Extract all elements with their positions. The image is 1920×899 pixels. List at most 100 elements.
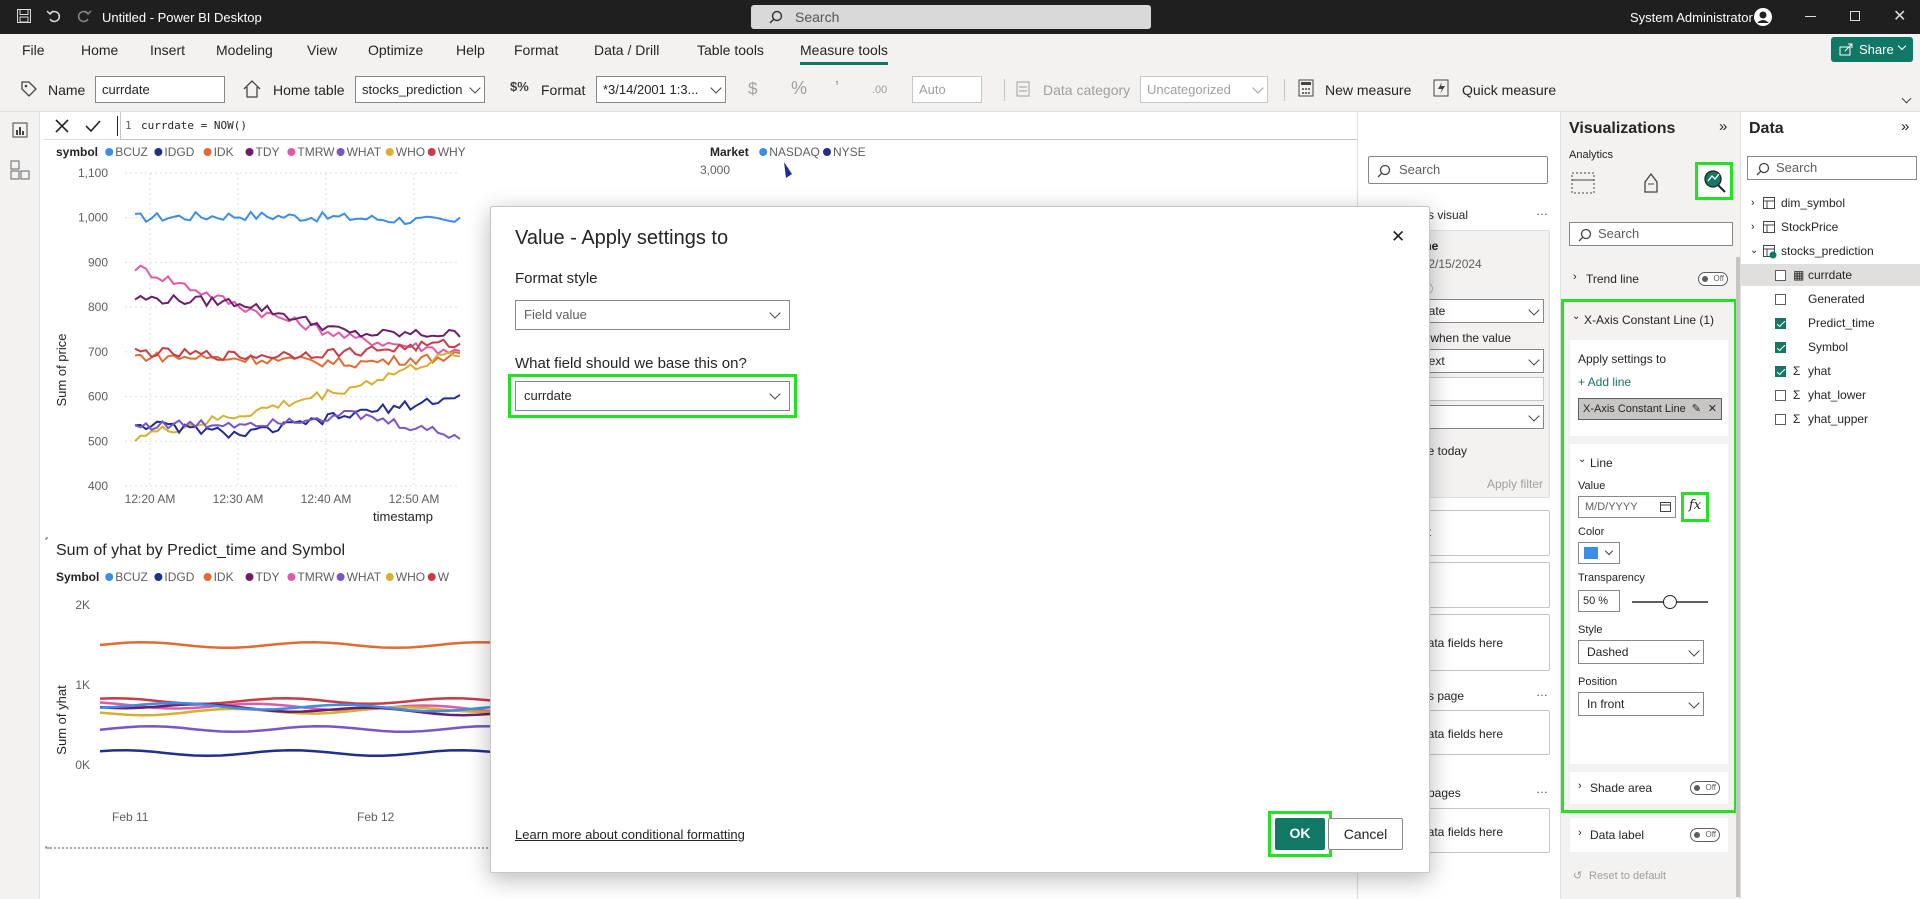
field-symbol[interactable]: Symbol [1741, 336, 1920, 358]
menu-home[interactable]: Home [81, 42, 118, 58]
reset-icon[interactable]: ↺ [1573, 869, 1582, 882]
filter-type-select[interactable]: date [1417, 299, 1544, 323]
filter-period-select[interactable]: next [1417, 349, 1544, 373]
menu-help[interactable]: Help [456, 42, 485, 58]
analytics-icon[interactable] [1695, 162, 1733, 200]
save-icon[interactable] [16, 8, 32, 24]
slider-thumb[interactable] [1663, 595, 1677, 609]
field-checkbox[interactable] [1775, 390, 1786, 401]
data-label-toggle[interactable]: Off [1690, 828, 1720, 842]
field-checkbox[interactable] [1775, 318, 1786, 329]
shade-area-toggle[interactable]: Off [1690, 781, 1720, 795]
field-checkbox[interactable] [1775, 366, 1786, 377]
chevron-right-icon[interactable]: › [1573, 271, 1577, 283]
reset-to-default-button[interactable]: Reset to default [1589, 870, 1666, 882]
model-view-icon[interactable] [10, 160, 30, 180]
filter-count-input[interactable] [1417, 377, 1544, 401]
minimize-icon[interactable] [1805, 16, 1816, 17]
home-table-select[interactable]: stocks_prediction [355, 76, 485, 103]
currency-button[interactable]: $ [748, 79, 757, 99]
menu-table-tools[interactable]: Table tools [697, 42, 764, 58]
field-checkbox[interactable] [1775, 342, 1786, 353]
field-checkbox[interactable] [1775, 270, 1786, 281]
commit-formula-icon[interactable] [84, 118, 102, 134]
data-label-label[interactable]: Data label [1590, 828, 1644, 842]
build-visual-icon[interactable] [1571, 172, 1595, 194]
undo-icon[interactable] [46, 8, 62, 24]
formula-input[interactable]: 1 currdate = NOW() [120, 112, 1440, 140]
menu-optimize[interactable]: Optimize [368, 42, 423, 58]
field-currdate[interactable]: ▦ currdate [1741, 264, 1920, 286]
field-select[interactable]: currdate [515, 381, 790, 411]
color-picker[interactable] [1578, 542, 1620, 564]
data-search-input[interactable]: Search [1747, 156, 1917, 180]
global-search-input[interactable]: Search [751, 5, 1151, 29]
more-options-icon[interactable]: … [1536, 204, 1548, 218]
percent-button[interactable]: % [791, 78, 807, 99]
table-stockprice[interactable]: › StockPrice [1741, 216, 1920, 238]
chevron-down-icon[interactable]: ⌄ [1572, 311, 1580, 322]
line-section-label[interactable]: Line [1590, 456, 1613, 470]
close-window-icon[interactable]: ✕ [1893, 6, 1906, 26]
field-generated[interactable]: Generated [1741, 288, 1920, 310]
trend-line-label[interactable]: Trend line [1586, 272, 1639, 286]
field-checkbox[interactable] [1775, 294, 1786, 305]
learn-more-link[interactable]: Learn more about conditional formatting [515, 827, 745, 842]
filter-unit-select[interactable] [1417, 405, 1544, 429]
field-checkbox[interactable] [1775, 414, 1786, 425]
quick-measure-button[interactable]: Quick measure [1462, 82, 1556, 98]
more-options-icon[interactable]: … [1536, 685, 1548, 699]
chevron-right-icon[interactable]: › [1578, 780, 1582, 792]
filters-search-input[interactable]: Search [1368, 156, 1548, 184]
menu-file[interactable]: File [22, 42, 45, 58]
field-yhat[interactable]: Σyhat [1741, 360, 1920, 382]
position-select[interactable]: In front [1578, 692, 1704, 716]
fx-conditional-format-button[interactable]: fx [1681, 492, 1709, 522]
xaxis-line-label[interactable]: X-Axis Constant Line (1) [1584, 313, 1714, 327]
more-options-icon[interactable]: … [1536, 782, 1548, 796]
ok-button[interactable]: OK [1275, 818, 1325, 850]
cancel-formula-icon[interactable] [54, 118, 70, 134]
redo-icon[interactable] [76, 8, 92, 24]
shade-area-label[interactable]: Shade area [1590, 781, 1652, 795]
menu-view[interactable]: View [307, 42, 337, 58]
menu-insert[interactable]: Insert [150, 42, 185, 58]
transparency-slider[interactable] [1632, 595, 1708, 609]
trend-line-toggle[interactable]: Off [1698, 272, 1728, 286]
cancel-button[interactable]: Cancel [1328, 818, 1403, 850]
new-measure-button[interactable]: New measure [1325, 82, 1411, 98]
viz-search-input[interactable]: Search [1569, 222, 1733, 246]
avatar[interactable] [1753, 7, 1773, 27]
table-stocks-prediction[interactable]: ⌄ stocks_prediction [1741, 240, 1920, 262]
add-line-button[interactable]: + Add line [1578, 375, 1631, 389]
report-view-icon[interactable] [12, 122, 28, 138]
line-chip[interactable]: X-Axis Constant Line ✎ ✕ [1578, 398, 1722, 420]
transparency-input[interactable]: 50 % [1578, 590, 1620, 612]
collapse-pane-icon[interactable]: » [1719, 118, 1727, 135]
restore-icon[interactable] [1850, 11, 1860, 21]
style-select[interactable]: Dashed [1578, 640, 1704, 664]
value-date-input[interactable]: M/D/YYYY [1578, 496, 1676, 518]
calendar-icon[interactable] [1660, 501, 1671, 512]
menu-data-drill[interactable]: Data / Drill [594, 42, 659, 58]
format-style-select[interactable]: Field value [515, 300, 790, 330]
menu-modeling[interactable]: Modeling [216, 42, 273, 58]
decimal-places-input[interactable]: Auto [912, 76, 982, 103]
menu-format[interactable]: Format [514, 42, 558, 58]
edit-icon[interactable]: ✎ [1689, 399, 1703, 419]
table-dim-symbol[interactable]: › dim_symbol [1741, 192, 1920, 214]
menu-measure-tools[interactable]: Measure tools [800, 42, 888, 65]
format-select[interactable]: *3/14/2001 1:3... [596, 76, 726, 103]
comma-button[interactable]: ’ [835, 78, 839, 99]
measure-name-input[interactable]: currdate [95, 76, 225, 103]
close-icon[interactable]: ✕ [1707, 399, 1717, 419]
chevron-down-icon[interactable]: ⌄ [1578, 454, 1586, 465]
apply-filter-button[interactable]: Apply filter [1487, 477, 1543, 491]
field-yhat-upper[interactable]: Σyhat_upper [1741, 408, 1920, 430]
decimal-button[interactable]: .00 [872, 84, 887, 96]
field-predict-time[interactable]: Predict_time [1741, 312, 1920, 334]
share-button[interactable]: Share [1831, 37, 1913, 62]
close-dialog-icon[interactable]: ✕ [1391, 227, 1405, 247]
data-category-select[interactable]: Uncategorized [1140, 76, 1268, 103]
field-yhat-lower[interactable]: Σyhat_lower [1741, 384, 1920, 406]
